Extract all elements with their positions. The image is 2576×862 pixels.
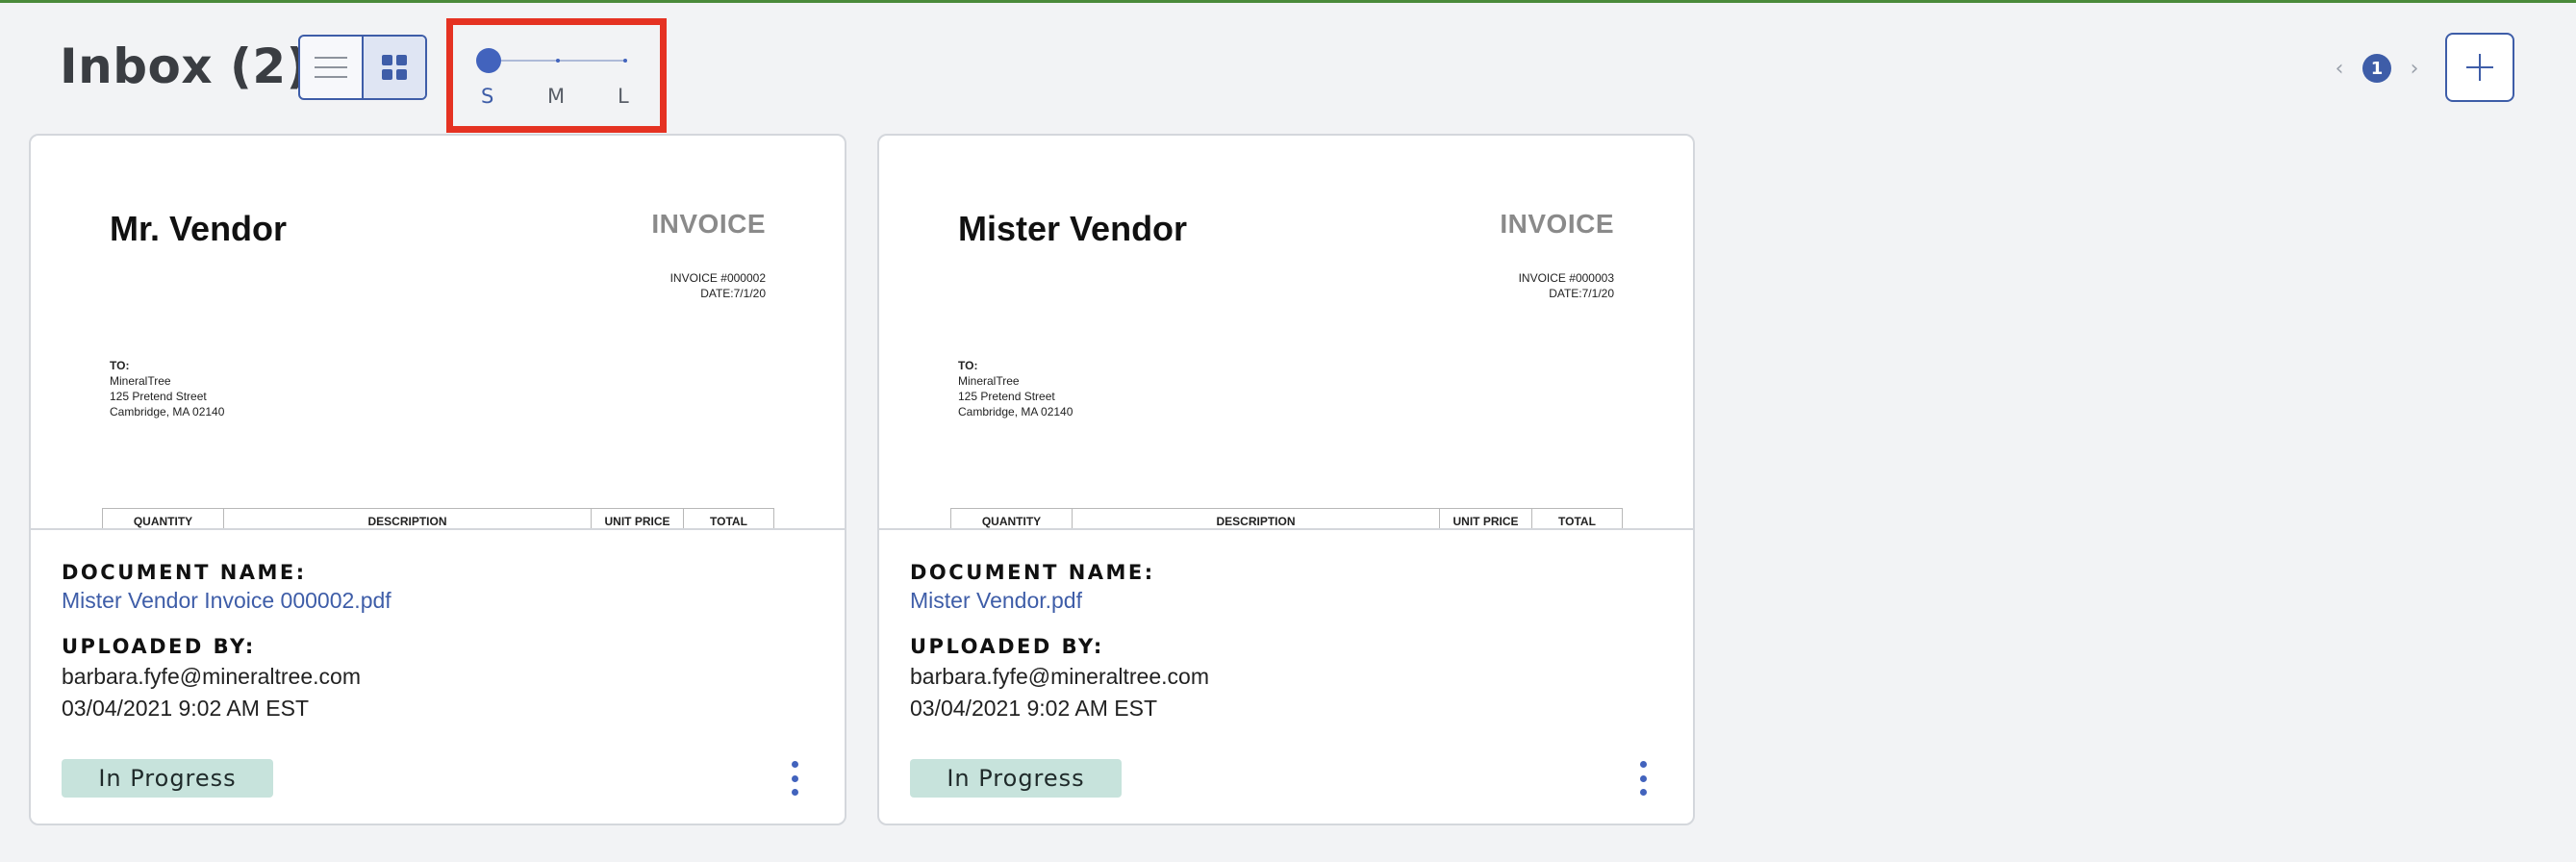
uploaded-by-email: barbara.fyfe@mineraltree.com xyxy=(62,664,361,689)
preview-column-header: DESCRIPTION xyxy=(1072,509,1439,528)
grid-icon xyxy=(382,55,407,80)
preview-vendor: Mr. Vendor xyxy=(110,209,288,248)
preview-to-line: 125 Pretend Street xyxy=(958,390,1055,403)
preview-line-items-header: QUANTITY DESCRIPTION UNIT PRICE TOTAL xyxy=(102,508,774,528)
page-title: Inbox (2) xyxy=(60,38,309,94)
preview-column-header: DESCRIPTION xyxy=(223,509,591,528)
list-icon xyxy=(315,57,347,78)
card-size-slider[interactable]: S M L xyxy=(471,43,635,120)
preview-column-header: QUANTITY xyxy=(133,515,193,528)
current-page-indicator[interactable]: 1 xyxy=(2362,54,2391,83)
preview-vendor: Mister Vendor xyxy=(958,209,1188,248)
preview-to-label: TO: xyxy=(958,359,978,372)
preview-invoice-date: DATE:7/1/20 xyxy=(700,287,766,300)
status-badge: In Progress xyxy=(62,759,273,798)
uploaded-at: 03/04/2021 9:02 AM EST xyxy=(910,696,1158,721)
document-preview[interactable]: Mr. Vendor INVOICE INVOICE #000002 DATE:… xyxy=(31,136,845,530)
preview-invoice-number: INVOICE #000003 xyxy=(1518,271,1614,285)
document-card[interactable]: Mister Vendor INVOICE INVOICE #000003 DA… xyxy=(877,134,1695,825)
status-badge: In Progress xyxy=(910,759,1122,798)
document-name-label: DOCUMENT NAME: xyxy=(62,561,307,584)
uploaded-by-label: UPLOADED BY: xyxy=(62,635,256,658)
more-options-icon[interactable] xyxy=(1631,759,1654,798)
slider-thumb[interactable] xyxy=(476,48,501,73)
document-info: DOCUMENT NAME: Mister Vendor Invoice 000… xyxy=(62,561,814,722)
top-accent-line xyxy=(0,0,2576,3)
uploaded-by-email: barbara.fyfe@mineraltree.com xyxy=(910,664,1209,689)
preview-invoice-title: INVOICE xyxy=(651,209,766,239)
preview-invoice-meta: INVOICE #000003 DATE:7/1/20 xyxy=(1519,270,1614,301)
preview-invoice-number: INVOICE #000002 xyxy=(669,271,766,285)
document-name-link[interactable]: Mister Vendor.pdf xyxy=(910,588,1662,614)
plus-icon xyxy=(2466,54,2493,81)
more-options-icon[interactable] xyxy=(783,759,806,798)
document-info: DOCUMENT NAME: Mister Vendor.pdf UPLOADE… xyxy=(910,561,1662,722)
preview-column-header: TOTAL xyxy=(1531,509,1622,528)
document-card[interactable]: Mr. Vendor INVOICE INVOICE #000002 DATE:… xyxy=(29,134,846,825)
preview-to-block: TO: MineralTree 125 Pretend Street Cambr… xyxy=(958,358,1073,419)
slider-label-l[interactable]: L xyxy=(618,85,629,108)
slider-tick-l xyxy=(623,59,627,63)
add-document-button[interactable] xyxy=(2445,33,2514,102)
list-view-button[interactable] xyxy=(300,37,362,98)
preview-invoice-date: DATE:7/1/20 xyxy=(1549,287,1614,300)
grid-view-button[interactable] xyxy=(362,37,425,98)
uploaded-at: 03/04/2021 9:02 AM EST xyxy=(62,696,310,721)
pagination: ‹ 1 › xyxy=(2328,54,2426,83)
preview-invoice-meta: INVOICE #000002 DATE:7/1/20 xyxy=(670,270,766,301)
preview-to-label: TO: xyxy=(110,359,130,372)
preview-to-line: Cambridge, MA 02140 xyxy=(958,405,1073,418)
uploaded-by-label: UPLOADED BY: xyxy=(910,635,1104,658)
document-name-link[interactable]: Mister Vendor Invoice 000002.pdf xyxy=(62,588,814,614)
document-preview[interactable]: Mister Vendor INVOICE INVOICE #000003 DA… xyxy=(879,136,1693,530)
slider-label-s[interactable]: S xyxy=(481,85,493,108)
preview-column-header: QUANTITY xyxy=(981,515,1042,528)
preview-to-line: Cambridge, MA 02140 xyxy=(110,405,225,418)
preview-column-header: UNIT PRICE xyxy=(1439,509,1531,528)
preview-to-line: MineralTree xyxy=(110,374,171,388)
slider-label-m[interactable]: M xyxy=(547,85,565,108)
preview-column-header: UNIT PRICE xyxy=(591,509,683,528)
preview-to-line: 125 Pretend Street xyxy=(110,390,207,403)
preview-line-items-header: QUANTITY DESCRIPTION UNIT PRICE TOTAL xyxy=(950,508,1623,528)
slider-tick-m xyxy=(556,59,560,63)
prev-page-icon[interactable]: ‹ xyxy=(2328,57,2351,81)
preview-column-header: TOTAL xyxy=(683,509,773,528)
preview-invoice-title: INVOICE xyxy=(1500,209,1614,239)
next-page-icon[interactable]: › xyxy=(2403,57,2426,81)
document-name-label: DOCUMENT NAME: xyxy=(910,561,1155,584)
view-toggle xyxy=(298,35,427,100)
preview-to-block: TO: MineralTree 125 Pretend Street Cambr… xyxy=(110,358,224,419)
preview-to-line: MineralTree xyxy=(958,374,1020,388)
